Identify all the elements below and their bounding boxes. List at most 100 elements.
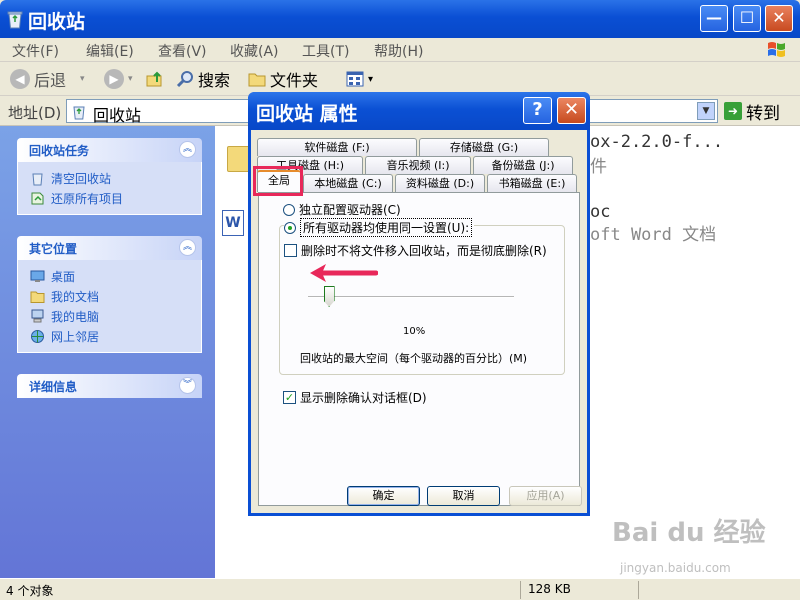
network-icon <box>31 329 44 343</box>
place-my-documents[interactable]: 我的文档 <box>30 286 189 306</box>
total-size: 128 KB <box>528 582 571 596</box>
expand-chevron-icon[interactable]: ︾ <box>179 377 196 394</box>
other-places-panel: 其它位置 ︽ 桌面 我的文档 我的电脑 网上邻居 <box>17 236 202 353</box>
tab-drive-f[interactable]: 软件磁盘 (F:) <box>257 138 417 156</box>
slider-caption: 回收站的最大空间（每个驱动器的百分比）(M) <box>300 352 528 365</box>
toolbar: ◀ 后退 ▾ ▶ ▾ 搜索 文件夹 ▾ <box>0 62 800 96</box>
dialog-close-button[interactable]: ✕ <box>557 97 586 124</box>
status-bar: 4 个对象 128 KB <box>0 578 800 600</box>
radio-button <box>283 203 295 216</box>
tab-drive-i[interactable]: 音乐视频 (I:) <box>365 156 471 174</box>
tab-drive-j[interactable]: 备份磁盘 (J:) <box>473 156 573 174</box>
radio-independent-label: 独立配置驱动器(C) <box>299 203 401 217</box>
max-size-slider-track[interactable] <box>308 296 514 298</box>
settings-group: 所有驱动器均使用同一设置(U): 删除时不将文件移入回收站，而是彻底删除(R) … <box>279 218 565 375</box>
forward-button[interactable]: ▶ ▾ <box>104 68 133 90</box>
back-button[interactable]: ◀ 后退 ▾ <box>10 68 85 90</box>
confirm-dialog-label: 显示删除确认对话框(D) <box>300 391 427 405</box>
details-header[interactable]: 详细信息 ︾ <box>17 374 202 398</box>
tab-drive-c[interactable]: 本地磁盘 (C:) <box>303 174 393 192</box>
close-button[interactable]: ✕ <box>765 5 793 32</box>
views-dropdown-icon: ▾ <box>368 73 374 85</box>
recycle-bin-properties-dialog: 回收站 属性 ? ✕ 软件磁盘 (F:) 存储磁盘 (G:) 工具磁盘 (H:)… <box>248 92 590 516</box>
file-name-2[interactable]: oc <box>590 202 610 222</box>
radio-independent-drives[interactable]: 独立配置驱动器(C) <box>283 201 401 218</box>
collapse-chevron-icon[interactable]: ︽ <box>179 239 196 256</box>
search-button[interactable]: 搜索 <box>176 68 230 90</box>
folders-label: 文件夹 <box>270 71 319 90</box>
recycle-tasks-header[interactable]: 回收站任务 ︽ <box>17 138 202 162</box>
minimize-button[interactable]: — <box>700 5 728 32</box>
search-label: 搜索 <box>198 71 231 90</box>
dialog-body: 软件磁盘 (F:) 存储磁盘 (G:) 工具磁盘 (H:) 音乐视频 (I:) … <box>251 130 587 513</box>
other-places-header[interactable]: 其它位置 ︽ <box>17 236 202 260</box>
radio-same-label: 所有驱动器均使用同一设置(U): <box>300 218 473 237</box>
apply-button[interactable]: 应用(A) <box>509 486 582 506</box>
go-button[interactable]: ➜ 转到 <box>724 99 780 124</box>
window-title-bar: 回收站 — ☐ ✕ <box>0 0 800 38</box>
restore-all-link[interactable]: 还原所有项目 <box>30 188 189 208</box>
global-tab-panel: 独立配置驱动器(C) 所有驱动器均使用同一设置(U): 删除时不将文件移入回收站… <box>258 192 580 506</box>
computer-icon <box>31 309 44 322</box>
delete-immediately-label: 删除时不将文件移入回收站，而是彻底删除(R) <box>301 244 547 258</box>
word-document-icon[interactable]: W <box>222 210 244 236</box>
menu-bar: 文件(F) 编辑(E) 查看(V) 收藏(A) 工具(T) 帮助(H) <box>0 38 800 62</box>
recycle-bin-icon <box>7 11 23 29</box>
up-folder-button[interactable] <box>146 68 164 90</box>
up-folder-icon <box>146 71 162 87</box>
place-my-computer-label: 我的电脑 <box>51 309 100 324</box>
radio-same-settings[interactable]: 所有驱动器均使用同一设置(U): <box>284 218 475 237</box>
windows-logo-icon <box>768 42 785 57</box>
menu-edit[interactable]: 编辑(E) <box>86 41 134 61</box>
collapse-chevron-icon[interactable]: ︽ <box>179 141 196 158</box>
search-icon <box>176 71 193 88</box>
menu-favorites[interactable]: 收藏(A) <box>230 41 279 61</box>
folders-button[interactable]: 文件夹 <box>248 68 318 90</box>
checkbox-confirm-dialog[interactable]: ✓ 显示删除确认对话框(D) <box>283 389 427 406</box>
object-count: 4 个对象 <box>6 584 54 598</box>
menu-help[interactable]: 帮助(H) <box>374 41 423 61</box>
recycle-tasks-title: 回收站任务 <box>29 144 90 158</box>
address-label: 地址(D) <box>8 104 62 122</box>
back-dropdown-icon[interactable]: ▾ <box>80 74 85 84</box>
documents-folder-icon <box>30 291 45 303</box>
place-network[interactable]: 网上邻居 <box>30 326 189 346</box>
status-divider <box>638 581 639 599</box>
recycle-tasks-panel: 回收站任务 ︽ 清空回收站 还原所有项目 <box>17 138 202 215</box>
forward-dropdown-icon[interactable]: ▾ <box>128 74 133 84</box>
help-button[interactable]: ? <box>523 97 552 124</box>
place-desktop-label: 桌面 <box>51 269 76 284</box>
place-my-computer[interactable]: 我的电脑 <box>30 306 189 326</box>
folder-icon <box>248 73 266 87</box>
tab-drive-e[interactable]: 书箱磁盘 (E:) <box>487 174 577 192</box>
forward-arrow-icon: ▶ <box>104 69 124 89</box>
other-places-title: 其它位置 <box>29 242 78 256</box>
go-label: 转到 <box>746 103 780 124</box>
menu-tools[interactable]: 工具(T) <box>302 41 349 61</box>
file-name-1[interactable]: ox-2.2.0-f... <box>590 132 723 152</box>
pink-arrow-annotation-icon <box>310 264 378 282</box>
place-my-documents-label: 我的文档 <box>51 289 100 304</box>
place-desktop[interactable]: 桌面 <box>30 266 189 286</box>
status-divider <box>520 581 521 599</box>
maximize-button[interactable]: ☐ <box>733 5 761 32</box>
max-size-slider-thumb[interactable] <box>323 286 335 307</box>
place-network-label: 网上邻居 <box>51 329 100 344</box>
checkbox-checked-icon: ✓ <box>283 391 296 404</box>
restore-icon <box>31 192 44 204</box>
cancel-button[interactable]: 取消 <box>427 486 500 506</box>
recycle-bin-small-icon <box>73 106 85 120</box>
address-dropdown-icon[interactable]: ▼ <box>697 102 715 120</box>
tab-drive-g[interactable]: 存储磁盘 (G:) <box>419 138 549 156</box>
checkbox-delete-immediately[interactable]: 删除时不将文件移入回收站，而是彻底删除(R) <box>284 242 547 259</box>
menu-view[interactable]: 查看(V) <box>158 41 207 61</box>
desktop-icon <box>30 270 45 282</box>
tab-drive-d[interactable]: 资料磁盘 (D:) <box>395 174 485 192</box>
baidu-watermark: Bai du 经验 <box>612 518 766 548</box>
dialog-title-bar[interactable]: 回收站 属性 ? ✕ <box>248 92 590 130</box>
task-pane: 回收站任务 ︽ 清空回收站 还原所有项目 其它位置 ︽ 桌面 我的文档 我的电脑… <box>0 126 215 578</box>
empty-recycle-bin-link[interactable]: 清空回收站 <box>30 168 189 188</box>
menu-file[interactable]: 文件(F) <box>12 41 59 61</box>
ok-button[interactable]: 确定 <box>347 486 420 506</box>
views-button[interactable]: ▾ <box>346 68 373 90</box>
